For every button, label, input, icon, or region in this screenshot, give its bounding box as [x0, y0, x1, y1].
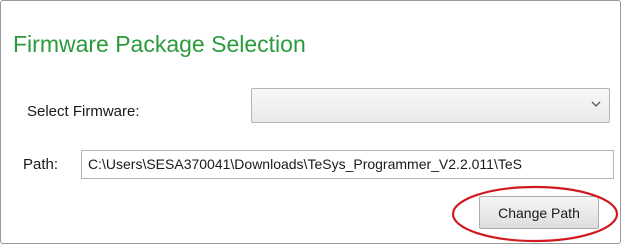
change-path-button[interactable]: Change Path	[479, 196, 599, 229]
firmware-package-selection-panel: Firmware Package Selection Select Firmwa…	[0, 0, 621, 244]
chevron-down-icon	[591, 101, 601, 107]
select-firmware-label: Select Firmware:	[27, 103, 140, 120]
path-label: Path:	[23, 156, 59, 173]
panel-title: Firmware Package Selection	[13, 31, 306, 57]
firmware-dropdown[interactable]	[251, 88, 610, 123]
path-field[interactable]: C:\Users\SESA370041\Downloads\TeSys_Prog…	[81, 150, 614, 179]
